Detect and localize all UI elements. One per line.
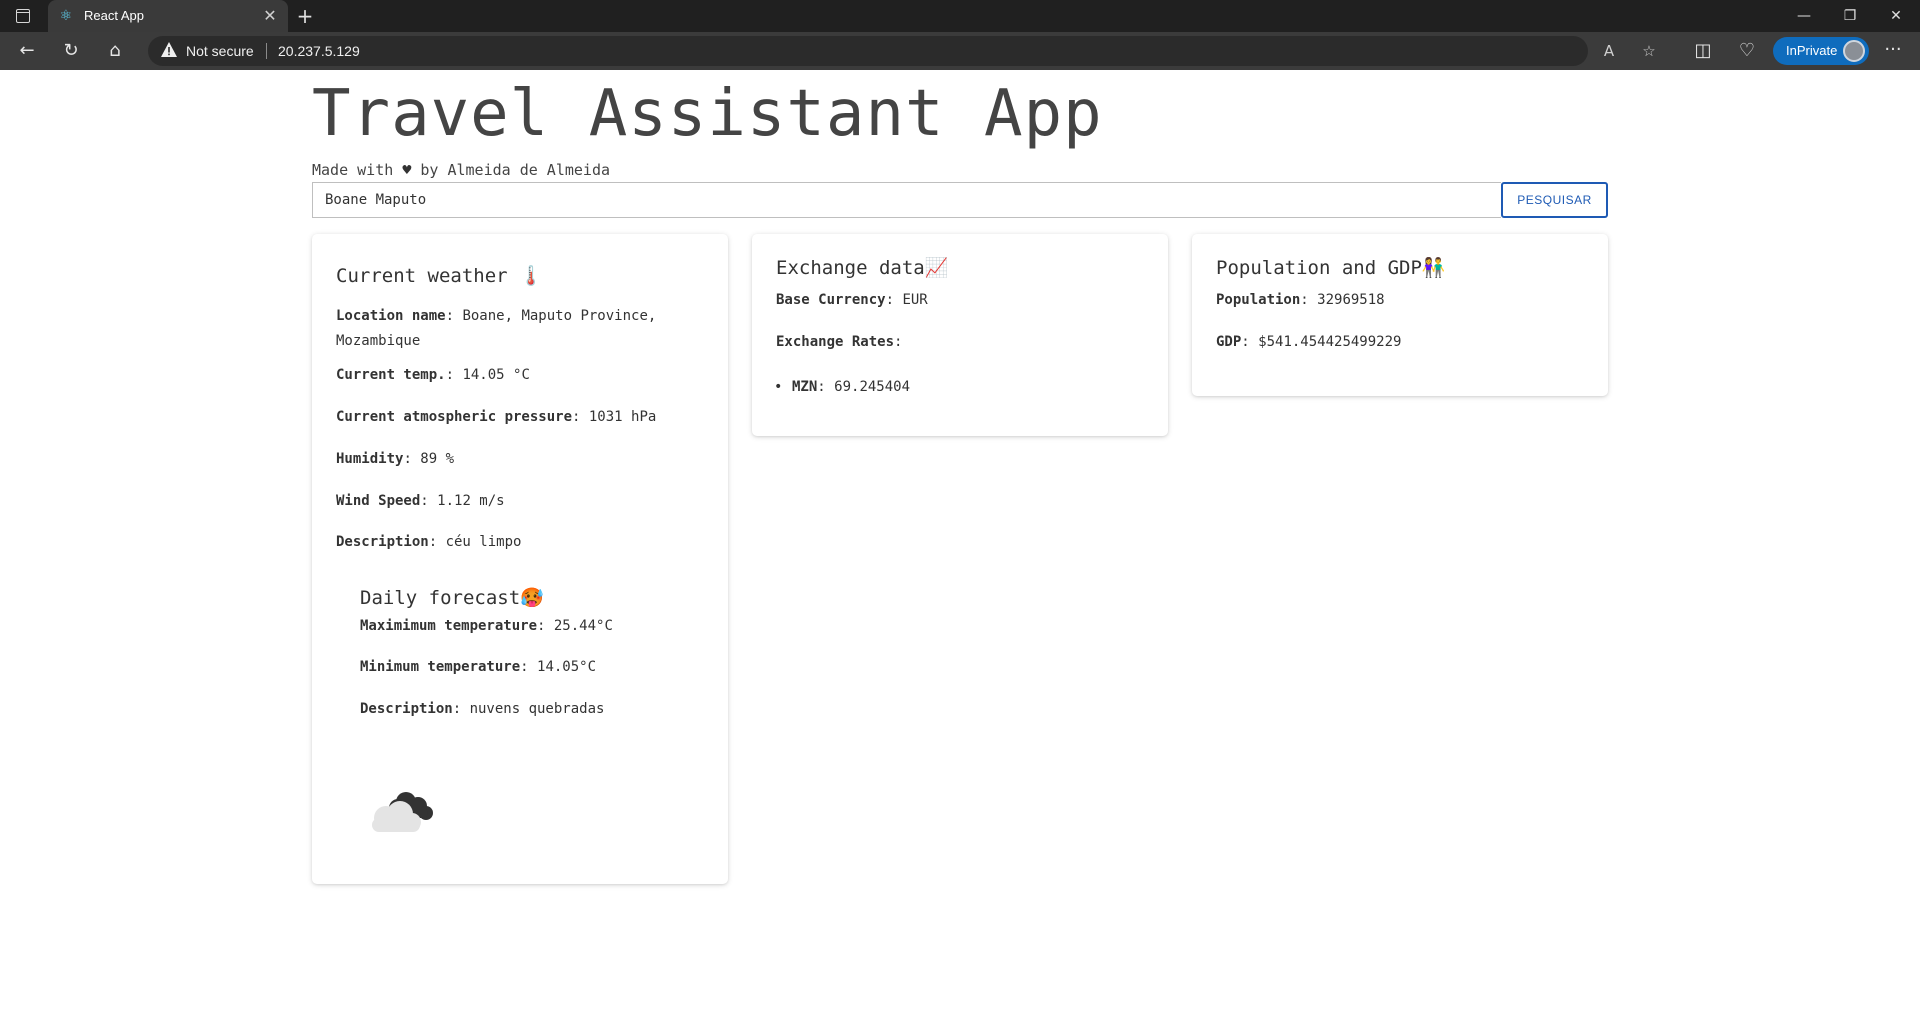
forecast-description-field: Description: nuvens quebradas	[360, 701, 605, 717]
warning-icon	[161, 42, 177, 57]
inprivate-label: InPrivate	[1786, 43, 1838, 58]
tab-title: React App	[84, 8, 144, 23]
min-temp-label: Minimum temperature	[360, 659, 521, 675]
humidity-label: Humidity	[336, 451, 404, 467]
population-label: Population	[1216, 292, 1301, 308]
react-favicon-icon: ⚛	[59, 8, 73, 24]
population-heading-text: Population and GDP	[1216, 257, 1422, 279]
read-aloud-icon[interactable]: A	[1597, 40, 1621, 62]
base-currency-label: Base Currency	[776, 292, 886, 308]
location-field: Location name: Boane, Maputo Province, M…	[336, 308, 657, 349]
temp-field: Current temp.: 14.05 °C	[336, 367, 530, 383]
exchange-rates-label: Exchange Rates	[776, 334, 895, 350]
browser-toolbar: ← ↻ ⌂ Not secure 20.237.5.129 A ☆ ◫ ♡ In…	[0, 32, 1920, 70]
weather-heading-text: Current weather	[336, 265, 508, 287]
description-field: Description: céu limpo	[336, 534, 522, 550]
min-temp-field: Minimum temperature: 14.05°C	[360, 659, 597, 675]
temp-value: 14.05 °C	[462, 367, 530, 383]
made-with-prefix: Made with	[312, 161, 394, 179]
max-temp-field: Maximimum temperature: 25.44°C	[360, 618, 613, 634]
list-item: • MZN: 69.245404	[774, 375, 911, 400]
forecast-description-label: Description	[360, 701, 453, 717]
tab-close-icon[interactable]: ✕	[258, 4, 282, 28]
gdp-value: $541.454425499229	[1258, 334, 1402, 350]
back-icon[interactable]: ←	[12, 37, 42, 65]
settings-more-icon[interactable]: ···	[1878, 37, 1908, 65]
inprivate-button[interactable]: InPrivate	[1773, 37, 1869, 65]
max-temp-label: Maximimum temperature	[360, 618, 538, 634]
hot-face-icon: 🥵	[520, 587, 544, 609]
search-button[interactable]: PESQUISAR	[1501, 182, 1608, 218]
forecast-heading: Daily forecast🥵	[360, 586, 544, 609]
browser-tab[interactable]: ⚛ React App ✕	[48, 0, 288, 32]
thermometer-icon: 🌡️	[519, 265, 543, 287]
location-label: Location name	[336, 308, 446, 324]
humidity-value: 89 %	[420, 451, 455, 467]
max-temp-value: 25.44°C	[553, 618, 613, 634]
weather-card: Current weather 🌡️ Location name: Boane,…	[312, 234, 728, 884]
not-secure-label[interactable]: Not secure	[186, 43, 254, 59]
temp-label: Current temp.	[336, 367, 446, 383]
bullet-icon: •	[774, 379, 783, 395]
description-value: céu limpo	[445, 534, 522, 550]
home-icon[interactable]: ⌂	[100, 37, 130, 65]
people-icon: 👫	[1421, 257, 1446, 279]
address-separator	[266, 43, 267, 59]
pressure-field: Current atmospheric pressure: 1031 hPa	[336, 409, 657, 425]
pressure-value: 1031 hPa	[588, 409, 657, 425]
browser-titlebar: ⚛ React App ✕ + — ❐ ✕	[0, 0, 1920, 32]
made-with-author: by Almeida de Almeida	[420, 161, 611, 179]
browser-essentials-icon[interactable]: ♡	[1732, 37, 1762, 65]
exchange-card: Exchange data📈 Base Currency: EUR Exchan…	[752, 234, 1168, 436]
population-field: Population: 32969518	[1216, 292, 1385, 308]
wind-field: Wind Speed: 1.12 m/s	[336, 493, 505, 509]
wind-label: Wind Speed	[336, 493, 421, 509]
min-temp-value: 14.05°C	[537, 659, 597, 675]
page-title: Travel Assistant App	[312, 77, 1103, 151]
favorite-star-icon[interactable]: ☆	[1637, 40, 1661, 62]
app-root: Travel Assistant App Made with ♥ by Alme…	[312, 70, 1608, 884]
window-close-icon[interactable]: ✕	[1873, 0, 1919, 32]
exchange-heading: Exchange data📈	[776, 256, 948, 279]
broken-clouds-icon	[372, 792, 433, 832]
description-label: Description	[336, 534, 429, 550]
profile-avatar	[1843, 40, 1865, 62]
population-value: 32969518	[1317, 292, 1385, 308]
rate-value: 69.245404	[834, 379, 911, 395]
minimize-icon[interactable]: —	[1781, 0, 1827, 32]
made-with-line: Made with ♥ by Almeida de Almeida	[312, 160, 1608, 180]
address-bar[interactable]: Not secure 20.237.5.129 A ☆	[148, 36, 1656, 66]
restore-icon[interactable]: ❐	[1827, 0, 1873, 32]
base-currency-value: EUR	[902, 292, 928, 308]
rate-code: MZN	[792, 379, 818, 395]
exchange-rates-field: Exchange Rates:	[776, 334, 903, 350]
forecast-description-value: nuvens quebradas	[469, 701, 605, 717]
gdp-label: GDP	[1216, 334, 1242, 350]
exchange-heading-text: Exchange data	[776, 257, 925, 279]
weather-heading: Current weather 🌡️	[336, 264, 543, 287]
base-currency-field: Base Currency: EUR	[776, 292, 928, 308]
refresh-icon[interactable]: ↻	[56, 37, 86, 65]
search-bar: PESQUISAR	[312, 182, 1608, 218]
tab-actions-icon[interactable]	[16, 9, 30, 23]
search-input[interactable]	[312, 182, 1501, 218]
pressure-label: Current atmospheric pressure	[336, 409, 573, 425]
chart-increasing-icon: 📈	[924, 257, 949, 279]
url-text[interactable]: 20.237.5.129	[278, 43, 360, 59]
gdp-field: GDP: $541.454425499229	[1216, 334, 1402, 350]
heart-icon: ♥	[402, 161, 412, 179]
humidity-field: Humidity: 89 %	[336, 451, 455, 467]
forecast-heading-text: Daily forecast	[360, 587, 521, 609]
split-screen-icon[interactable]: ◫	[1688, 37, 1718, 65]
wind-value: 1.12 m/s	[437, 493, 505, 509]
population-card: Population and GDP👫 Population: 32969518…	[1192, 234, 1608, 396]
population-heading: Population and GDP👫	[1216, 256, 1446, 279]
new-tab-icon[interactable]: +	[292, 3, 318, 29]
